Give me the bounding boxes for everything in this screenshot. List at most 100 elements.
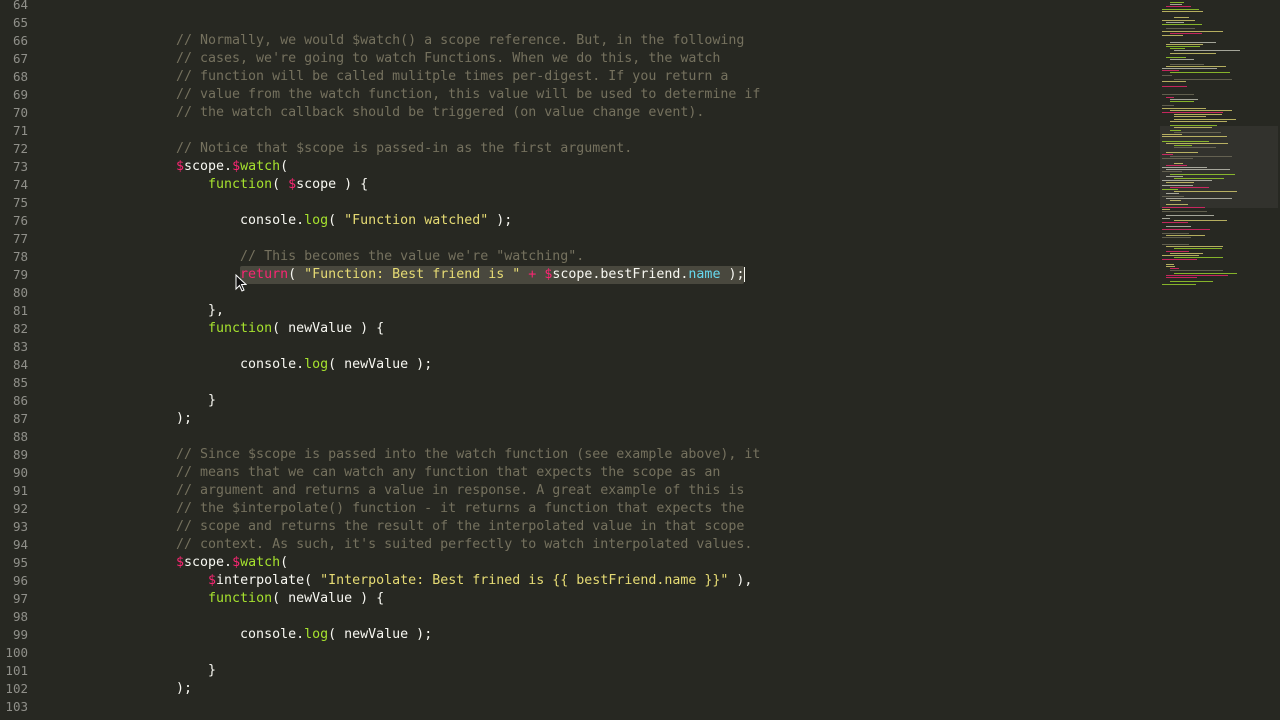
code-token: } bbox=[208, 663, 217, 678]
minimap-line bbox=[1174, 127, 1212, 129]
code-line[interactable] bbox=[176, 284, 1136, 302]
code-line-text: console.log( newValue ); bbox=[176, 627, 432, 642]
minimap-line bbox=[1174, 162, 1183, 164]
code-line[interactable]: function( $scope ) { bbox=[176, 176, 1136, 194]
code-token: ( newValue ) { bbox=[272, 591, 385, 606]
line-number: 71 bbox=[12, 123, 28, 138]
code-line[interactable]: ); bbox=[176, 680, 1136, 698]
code-line[interactable]: // function will be called mulitple time… bbox=[176, 68, 1136, 86]
code-token: ( newValue ); bbox=[328, 357, 433, 372]
minimap-line bbox=[1166, 277, 1197, 278]
code-line[interactable] bbox=[176, 428, 1136, 446]
arrow-cursor-icon bbox=[235, 274, 247, 292]
code-token: function bbox=[208, 321, 273, 336]
code-line[interactable]: console.log( newValue ); bbox=[176, 626, 1136, 644]
line-number: 96 bbox=[12, 573, 28, 588]
code-token: scope.bestFriend. bbox=[552, 267, 689, 282]
code-line-text: }, bbox=[176, 303, 224, 318]
code-line[interactable] bbox=[176, 230, 1136, 248]
code-line[interactable]: // scope and returns the result of the i… bbox=[176, 518, 1136, 536]
code-line-text: ); bbox=[176, 411, 192, 426]
code-line[interactable] bbox=[176, 698, 1136, 716]
minimap-line bbox=[1162, 208, 1170, 210]
minimap-line bbox=[1170, 281, 1213, 283]
minimap-line bbox=[1174, 178, 1224, 179]
code-token: // argument and returns a value in respo… bbox=[176, 483, 745, 498]
code-line[interactable] bbox=[176, 14, 1136, 32]
code-token: watch bbox=[240, 555, 281, 570]
code-token: interpolate( bbox=[216, 573, 321, 588]
code-line[interactable]: } bbox=[176, 662, 1136, 680]
line-number: 94 bbox=[12, 537, 28, 552]
code-line[interactable] bbox=[176, 122, 1136, 140]
line-number: 64 bbox=[12, 0, 28, 12]
line-number: 67 bbox=[12, 51, 28, 66]
code-line[interactable] bbox=[176, 374, 1136, 392]
code-token: $ bbox=[208, 573, 217, 588]
code-line[interactable] bbox=[176, 194, 1136, 212]
code-line[interactable]: function( newValue ) { bbox=[176, 320, 1136, 338]
code-line[interactable]: } bbox=[176, 392, 1136, 410]
code-token: // context. As such, it's suited perfect… bbox=[176, 537, 753, 552]
code-token: } bbox=[208, 393, 217, 408]
code-editor[interactable]: 64 65 66 67 68 69 70 71 72 73 74 75 76 77 78 79 80 81 82 83… bbox=[0, 0, 1280, 720]
code-line[interactable]: $scope.$watch( bbox=[176, 158, 1136, 176]
code-line[interactable]: // Normally, we would $watch() a scope r… bbox=[176, 32, 1136, 50]
minimap-line bbox=[1162, 189, 1178, 190]
minimap-line bbox=[1170, 101, 1194, 102]
code-line[interactable]: // value from the watch function, this v… bbox=[176, 86, 1136, 104]
minimap-line bbox=[1170, 48, 1185, 50]
minimap[interactable] bbox=[1156, 0, 1280, 290]
code-line-text: // Notice that $scope is passed-in as th… bbox=[176, 141, 632, 156]
code-line[interactable]: return( "Function: Best friend is " + $s… bbox=[176, 266, 1136, 284]
minimap-line bbox=[1162, 180, 1212, 182]
code-line[interactable] bbox=[176, 0, 1136, 14]
code-area[interactable]: // Normally, we would $watch() a scope r… bbox=[176, 0, 1136, 716]
code-line[interactable]: // This becomes the value we're "watchin… bbox=[176, 248, 1136, 266]
line-number: 70 bbox=[12, 105, 28, 120]
code-line[interactable]: // means that we can watch any function … bbox=[176, 464, 1136, 482]
code-line-text: return( "Function: Best friend is " + $s… bbox=[176, 266, 746, 282]
minimap-line bbox=[1170, 63, 1204, 65]
code-token: $ bbox=[232, 159, 241, 174]
code-token: ( bbox=[280, 555, 289, 570]
code-line[interactable] bbox=[176, 608, 1136, 626]
minimap-line bbox=[1166, 151, 1198, 153]
code-line[interactable]: }, bbox=[176, 302, 1136, 320]
code-token: "Function: Best friend is " bbox=[304, 267, 521, 282]
code-line[interactable]: // context. As such, it's suited perfect… bbox=[176, 536, 1136, 554]
minimap-line bbox=[1174, 248, 1222, 250]
code-line[interactable]: console.log( "Function watched" ); bbox=[176, 212, 1136, 230]
code-line[interactable] bbox=[176, 644, 1136, 662]
line-number: 102 bbox=[5, 681, 28, 696]
code-line[interactable]: // cases, we're going to watch Functions… bbox=[176, 50, 1136, 68]
code-line-text: // value from the watch function, this v… bbox=[176, 87, 760, 102]
code-line-text: $scope.$watch( bbox=[176, 159, 288, 174]
code-line[interactable]: function( newValue ) { bbox=[176, 590, 1136, 608]
code-line[interactable]: // the $interpolate() function - it retu… bbox=[176, 500, 1136, 518]
code-line-text: // Since $scope is passed into the watch… bbox=[176, 447, 760, 462]
code-line[interactable]: console.log( newValue ); bbox=[176, 356, 1136, 374]
code-line-text: ); bbox=[176, 681, 192, 696]
line-number-gutter: 64 65 66 67 68 69 70 71 72 73 74 75 76 77 78 79 80 81 82 83… bbox=[0, 0, 62, 716]
minimap-line bbox=[1162, 222, 1188, 223]
minimap-line bbox=[1166, 226, 1191, 228]
minimap-line bbox=[1170, 72, 1230, 74]
minimap-line bbox=[1166, 197, 1232, 199]
code-line[interactable]: // Notice that $scope is passed-in as th… bbox=[176, 140, 1136, 158]
code-line[interactable] bbox=[176, 338, 1136, 356]
code-line[interactable]: $scope.$watch( bbox=[176, 554, 1136, 572]
code-line[interactable]: $interpolate( "Interpolate: Best frined … bbox=[176, 572, 1136, 590]
line-number: 99 bbox=[12, 627, 28, 642]
line-number: 66 bbox=[12, 33, 28, 48]
code-line[interactable]: // Since $scope is passed into the watch… bbox=[176, 446, 1136, 464]
code-line[interactable]: // the watch callback should be triggere… bbox=[176, 104, 1136, 122]
line-number: 80 bbox=[12, 285, 28, 300]
code-line[interactable]: // argument and returns a value in respo… bbox=[176, 482, 1136, 500]
line-number: 83 bbox=[12, 339, 28, 354]
code-token: ( bbox=[272, 177, 289, 192]
minimap-line bbox=[1162, 94, 1194, 96]
minimap-line bbox=[1174, 79, 1232, 80]
code-line[interactable]: ); bbox=[176, 410, 1136, 428]
code-token: // the $interpolate() function - it retu… bbox=[176, 501, 745, 516]
